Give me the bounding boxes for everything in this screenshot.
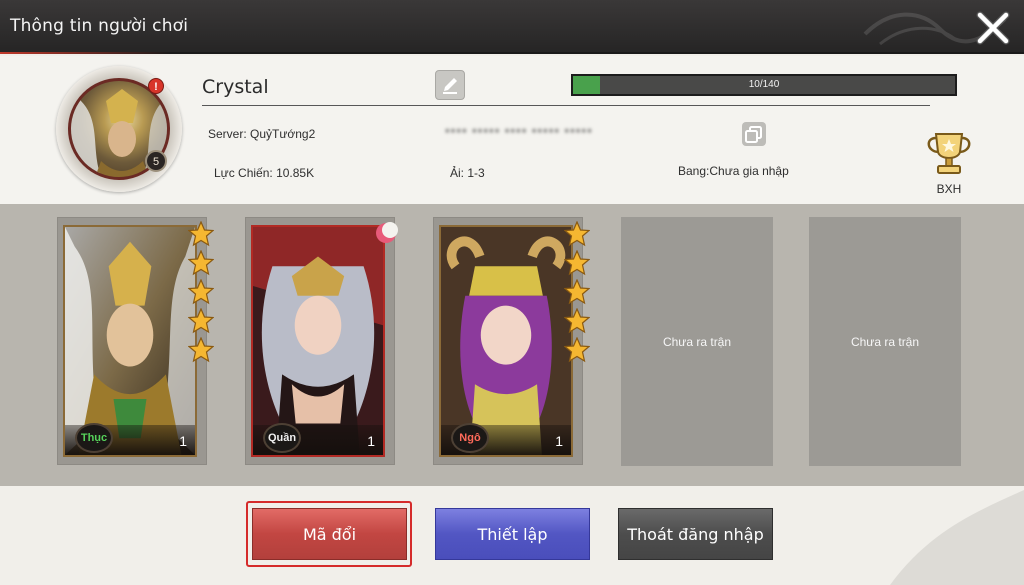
star-icon (564, 308, 590, 334)
faction-badge: Ngô (451, 423, 489, 453)
combat-power: Lực Chiến: 10.85K (214, 166, 315, 180)
empty-slot-1[interactable]: Chưa ra trận (621, 217, 773, 466)
star-rating (564, 221, 592, 366)
hero-slot-1: Thục 1 (57, 217, 214, 465)
close-button[interactable] (974, 9, 1012, 47)
hero-slot-2: Quần 1 (245, 217, 398, 465)
star-icon (564, 337, 590, 363)
empty-slot-label: Chưa ra trận (850, 335, 920, 349)
hero-level: 1 (367, 433, 375, 449)
star-icon (188, 337, 214, 363)
player-level-badge: 5 (145, 150, 167, 172)
faction-badge: Thục (75, 423, 113, 453)
title-bar: Thông tin người chơi (0, 0, 1024, 54)
hero-portrait (441, 227, 571, 455)
exp-bar: 10/140 (571, 74, 957, 96)
hero-card-1[interactable]: Thục 1 (63, 225, 197, 457)
hero-level: 1 (179, 433, 187, 449)
settings-button[interactable]: Thiết lập (435, 508, 590, 560)
star-icon (564, 221, 590, 247)
notification-badge: ! (148, 78, 164, 94)
hero-level: 1 (555, 433, 563, 449)
logout-button[interactable]: Thoát đăng nhập (618, 508, 773, 560)
exp-text: 10/140 (748, 79, 780, 90)
star-icon (188, 250, 214, 276)
stage-progress: Ải: 1-3 (450, 166, 485, 180)
hero-portrait (253, 227, 383, 455)
server-label: Server: QuỷTướng2 (208, 127, 316, 141)
empty-slot-2[interactable]: Chưa ra trận (809, 217, 961, 466)
hero-portrait (65, 227, 195, 455)
ranking-label: BXH (936, 182, 962, 196)
ranking-button[interactable]: BXH (922, 128, 976, 198)
player-name: Crystal (202, 76, 269, 98)
star-icon (188, 308, 214, 334)
empty-slot-label: Chưa ra trận (662, 335, 732, 349)
star-rating (188, 221, 216, 366)
page-title: Thông tin người chơi (10, 16, 189, 36)
pencil-icon (443, 78, 457, 94)
copy-icon[interactable] (739, 119, 769, 149)
trophy-icon (927, 133, 971, 174)
redeem-code-button[interactable]: Mã đổi (252, 508, 407, 560)
guild-status: Bang:Chưa gia nhập (678, 164, 789, 178)
star-icon (188, 279, 214, 305)
hero-card-3[interactable]: Ngô 1 (439, 225, 573, 457)
divider (202, 105, 930, 106)
star-icon (564, 250, 590, 276)
user-id-blurred: **** ***** **** ***** ***** (445, 126, 593, 140)
hero-card-2[interactable]: Quần 1 (251, 225, 385, 457)
brush-decoration-icon (890, 490, 1024, 585)
hero-slot-3: Ngô 1 (433, 217, 590, 465)
edit-name-button[interactable] (435, 70, 465, 100)
star-icon (188, 221, 214, 247)
star-icon (564, 279, 590, 305)
moon-icon (376, 222, 398, 243)
faction-badge: Quần (263, 423, 301, 453)
